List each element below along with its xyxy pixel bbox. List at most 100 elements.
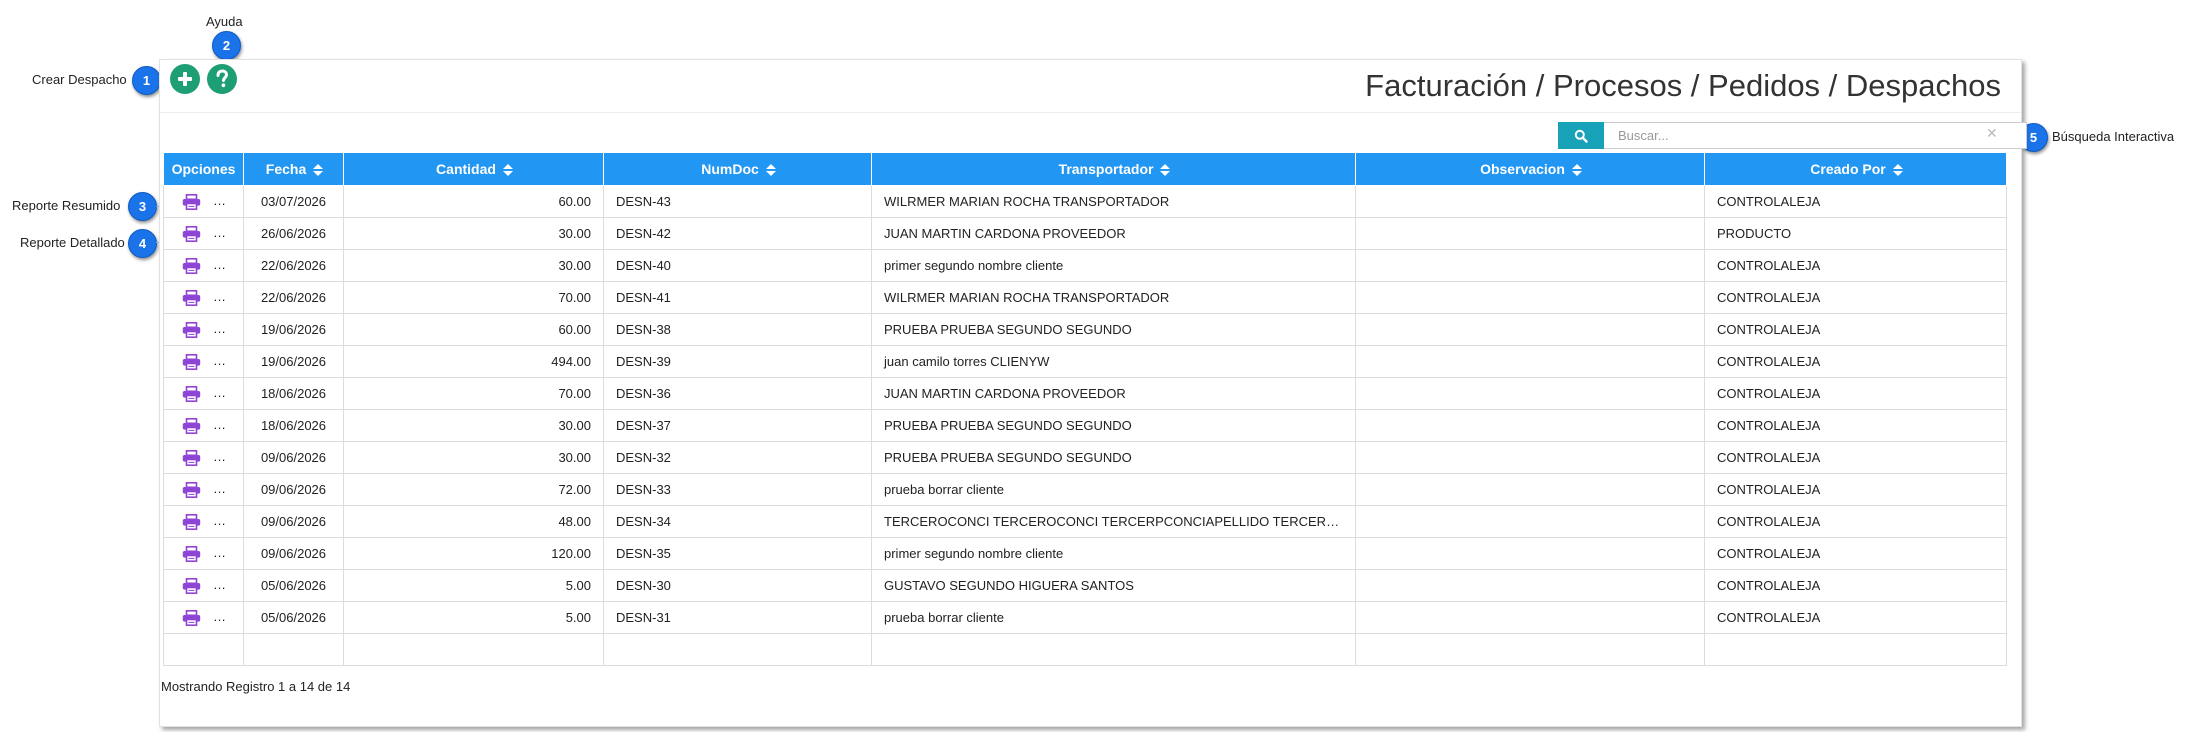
cell-numdoc: DESN-37 (603, 409, 872, 442)
cell-opciones (163, 601, 244, 634)
callout-summary-report-label: Reporte Resumido (12, 198, 121, 213)
cell-creado-por: CONTROLALEJA (1704, 185, 2007, 218)
cell-fecha: 22/06/2026 (243, 249, 344, 282)
cell-observacion (1355, 313, 1705, 346)
column-header-numdoc[interactable]: NumDoc (603, 153, 872, 186)
printer-summary-icon[interactable] (182, 449, 201, 466)
cell-numdoc: DESN-32 (603, 441, 872, 474)
printer-summary-icon[interactable] (182, 289, 201, 306)
printer-summary-icon[interactable] (182, 417, 201, 434)
column-header-creado-por[interactable]: Creado Por (1704, 153, 2007, 186)
cell-creado-por: CONTROLALEJA (1704, 249, 2007, 282)
cell-creado-por: CONTROLALEJA (1704, 345, 2007, 378)
help-button[interactable] (207, 64, 237, 94)
cell-cantidad: 30.00 (343, 441, 604, 474)
table-row: 26/06/2026 30.00 DESN-42 JUAN MARTIN CARDON… (163, 217, 2007, 250)
callout-badge-3: 3 (128, 192, 157, 221)
page-title: Facturación / Procesos / Pedidos / Despa… (1365, 68, 2001, 103)
cell-creado-por: CONTROLALEJA (1704, 569, 2007, 602)
cell-observacion (1355, 473, 1705, 506)
sort-icon (502, 164, 513, 177)
cell-creado-por: CONTROLALEJA (1704, 313, 2007, 346)
empty-cell (871, 633, 1356, 666)
cell-fecha: 19/06/2026 (243, 313, 344, 346)
cell-cantidad: 5.00 (343, 601, 604, 634)
cell-opciones (163, 441, 244, 474)
cell-fecha: 22/06/2026 (243, 281, 344, 314)
cell-observacion (1355, 569, 1705, 602)
cell-opciones (163, 217, 244, 250)
cell-opciones (163, 185, 244, 218)
despachos-table: Opciones Fecha Cantidad NumDoc Transport… (163, 153, 2007, 666)
search-input[interactable] (1604, 122, 2027, 149)
cell-creado-por: CONTROLALEJA (1704, 537, 2007, 570)
callout-badge-2: 2 (212, 31, 241, 60)
cell-transportador: juan camilo torres CLIENYW (871, 345, 1356, 378)
table-row: 19/06/2026 494.00 DESN-39 juan camilo torre… (163, 345, 2007, 378)
table-row: 09/06/2026 72.00 DESN-33 prueba borrar clie… (163, 473, 2007, 506)
cell-cantidad: 60.00 (343, 313, 604, 346)
column-header-transportador[interactable]: Transportador (871, 153, 1356, 186)
printer-summary-icon[interactable] (182, 193, 201, 210)
add-despacho-button[interactable] (170, 64, 200, 94)
sort-icon (313, 164, 324, 177)
column-header-observacion[interactable]: Observacion (1355, 153, 1705, 186)
printer-summary-icon[interactable] (182, 545, 201, 562)
printer-summary-icon[interactable] (182, 225, 201, 242)
cell-cantidad: 70.00 (343, 377, 604, 410)
column-header-fecha[interactable]: Fecha (243, 153, 344, 186)
cell-transportador: primer segundo nombre cliente (871, 537, 1356, 570)
cell-numdoc: DESN-41 (603, 281, 872, 314)
search-button[interactable] (1558, 122, 1604, 149)
cell-opciones (163, 377, 244, 410)
printer-summary-icon[interactable] (182, 577, 201, 594)
cell-transportador: PRUEBA PRUEBA SEGUNDO SEGUNDO (871, 441, 1356, 474)
table-row: 22/06/2026 70.00 DESN-41 WILRMER MARIAN ROC… (163, 281, 2007, 314)
printer-summary-icon[interactable] (182, 353, 201, 370)
printer-summary-icon[interactable] (182, 385, 201, 402)
cell-transportador: prueba borrar cliente (871, 601, 1356, 634)
sort-icon (1892, 164, 1903, 177)
main-panel: Facturación / Procesos / Pedidos / Despa… (159, 59, 2027, 727)
table-row: 09/06/2026 48.00 DESN-34 TERCEROCONCI TERCE… (163, 505, 2007, 538)
cell-observacion (1355, 505, 1705, 538)
cell-opciones (163, 281, 244, 314)
column-header-cantidad[interactable]: Cantidad (343, 153, 604, 186)
callout-detailed-report-label: Reporte Detallado (20, 235, 125, 250)
cell-transportador: WILRMER MARIAN ROCHA TRANSPORTADOR (871, 185, 1356, 218)
printer-summary-icon[interactable] (182, 513, 201, 530)
cell-numdoc: DESN-30 (603, 569, 872, 602)
callout-search-label: Búsqueda Interactiva (2052, 129, 2175, 144)
cell-opciones (163, 537, 244, 570)
cell-fecha: 09/06/2026 (243, 537, 344, 570)
cell-fecha: 09/06/2026 (243, 441, 344, 474)
cell-fecha: 09/06/2026 (243, 505, 344, 538)
cell-numdoc: DESN-39 (603, 345, 872, 378)
cell-fecha: 03/07/2026 (243, 185, 344, 218)
callout-badge-1: 1 (132, 66, 161, 95)
cell-cantidad: 30.00 (343, 217, 604, 250)
table-row: 22/06/2026 30.00 DESN-40 primer segundo nom… (163, 249, 2007, 282)
cell-observacion (1355, 409, 1705, 442)
cell-observacion (1355, 185, 1705, 218)
printer-summary-icon[interactable] (182, 609, 201, 626)
search-clear-icon[interactable]: ✕ (1986, 125, 1998, 142)
cell-numdoc: DESN-31 (603, 601, 872, 634)
cell-cantidad: 48.00 (343, 505, 604, 538)
printer-summary-icon[interactable] (182, 321, 201, 338)
sort-icon (765, 164, 776, 177)
cell-opciones (163, 473, 244, 506)
cell-fecha: 18/06/2026 (243, 377, 344, 410)
cell-creado-por: CONTROLALEJA (1704, 281, 2007, 314)
cell-observacion (1355, 441, 1705, 474)
printer-summary-icon[interactable] (182, 257, 201, 274)
cell-transportador: JUAN MARTIN CARDONA PROVEEDOR (871, 217, 1356, 250)
printer-summary-icon[interactable] (182, 481, 201, 498)
cell-numdoc: DESN-42 (603, 217, 872, 250)
cell-cantidad: 30.00 (343, 249, 604, 282)
table-row: 09/06/2026 120.00 DESN-35 primer segundo no… (163, 537, 2007, 570)
cell-cantidad: 494.00 (343, 345, 604, 378)
cell-fecha: 19/06/2026 (243, 345, 344, 378)
cell-fecha: 05/06/2026 (243, 601, 344, 634)
table-header-row: Opciones Fecha Cantidad NumDoc Transport… (163, 153, 2007, 186)
